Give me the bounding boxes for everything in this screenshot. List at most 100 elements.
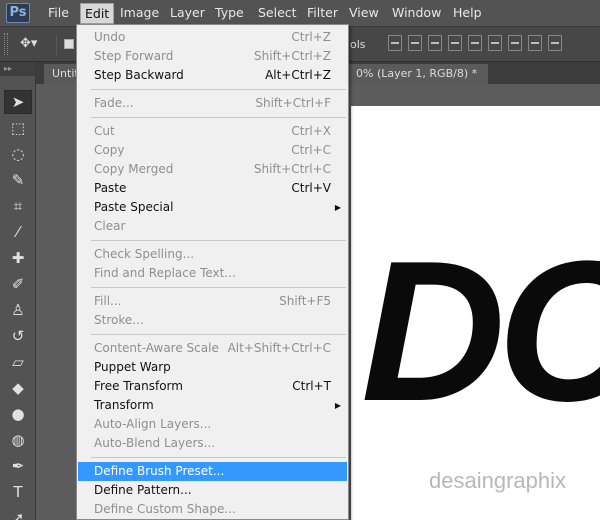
align-left-edges-icon[interactable] xyxy=(448,35,462,51)
menu-item-define-brush-preset[interactable]: Define Brush Preset... xyxy=(78,462,347,481)
menu-edit[interactable]: Edit xyxy=(80,3,115,24)
options-bar-grip[interactable] xyxy=(4,33,8,55)
menu-item-label: Find and Replace Text... xyxy=(94,266,236,280)
dodge-tool-icon[interactable]: ◍ xyxy=(4,428,32,452)
pen-tool-icon[interactable]: ✒ xyxy=(4,454,32,478)
menu-item-copy-merged[interactable]: Copy Merged Shift+Ctrl+C xyxy=(78,160,347,179)
menu-item-content-aware-scale[interactable]: Content-Aware Scale Alt+Shift+Ctrl+C xyxy=(78,339,347,358)
brush-tool-icon[interactable]: ✐ xyxy=(4,272,32,296)
history-brush-tool-icon[interactable]: ↺ xyxy=(4,324,32,348)
menu-item-label: Puppet Warp xyxy=(94,360,171,374)
menu-item-shortcut: Ctrl+V xyxy=(291,181,331,195)
menu-item-check-spelling[interactable]: Check Spelling... xyxy=(78,245,347,264)
menu-item-label: Step Backward xyxy=(94,68,184,82)
distribute-top-edges-icon[interactable] xyxy=(508,35,522,51)
tools-panel-header[interactable]: ▸▸ xyxy=(0,62,35,76)
menu-image[interactable]: Image xyxy=(116,4,163,22)
menu-item-label: Define Pattern... xyxy=(94,483,192,497)
menu-item-label: Step Forward xyxy=(94,49,174,63)
menu-item-label: Fade... xyxy=(94,96,134,110)
type-tool-icon[interactable]: T xyxy=(4,480,32,504)
move-tool-icon[interactable]: ➤ xyxy=(4,90,32,114)
tab-close-icon[interactable]: × xyxy=(487,67,488,80)
menu-bar: Ps File Edit Image Layer Type Select Filter Vie… xyxy=(0,0,600,26)
menu-separator xyxy=(91,89,346,90)
menu-item-fill[interactable]: Fill... Shift+F5 xyxy=(78,292,347,311)
menu-item-transform[interactable]: Transform ▶ xyxy=(78,396,347,415)
menu-window[interactable]: Window xyxy=(388,4,445,22)
menu-item-stroke[interactable]: Stroke... xyxy=(78,311,347,330)
paint-bucket-tool-icon[interactable]: ◆ xyxy=(4,376,32,400)
photoshop-logo: Ps xyxy=(6,3,30,23)
edit-menu-dropdown: Undo Ctrl+Z Step Forward Shift+Ctrl+Z Step B… xyxy=(76,24,349,520)
menu-item-label: Auto-Align Layers... xyxy=(94,417,212,431)
menu-layer[interactable]: Layer xyxy=(166,4,209,22)
menu-item-label: Clear xyxy=(94,219,126,233)
menu-item-shortcut: Shift+Ctrl+Z xyxy=(254,49,331,63)
healing-brush-tool-icon[interactable]: ✚ xyxy=(4,246,32,270)
document-tab-active[interactable]: 0% (Layer 1, RGB/8) * × xyxy=(348,64,488,84)
menu-item-undo[interactable]: Undo Ctrl+Z xyxy=(78,28,347,47)
menu-item-label: Content-Aware Scale xyxy=(94,341,219,355)
menu-filter[interactable]: Filter xyxy=(303,4,342,22)
menu-item-step-forward[interactable]: Step Forward Shift+Ctrl+Z xyxy=(78,47,347,66)
menu-item-find-and-replace-text[interactable]: Find and Replace Text... xyxy=(78,264,347,283)
menu-item-label: Paste Special xyxy=(94,200,174,214)
menu-select[interactable]: Select xyxy=(254,4,301,22)
menu-type[interactable]: Type xyxy=(211,4,248,22)
menu-item-define-pattern[interactable]: Define Pattern... xyxy=(78,481,347,500)
distribute-bottom-edges-icon[interactable] xyxy=(548,35,562,51)
menu-item-auto-align-layers[interactable]: Auto-Align Layers... xyxy=(78,415,347,434)
align-horizontal-centers-icon[interactable] xyxy=(468,35,482,51)
menu-item-label: Define Custom Shape... xyxy=(94,502,236,516)
eyedropper-tool-icon[interactable]: ⁄ xyxy=(4,220,32,244)
document-canvas[interactable]: DC desaingraphix xyxy=(351,106,600,520)
move-tool-preset-icon[interactable]: ✥▾ xyxy=(20,36,37,51)
align-bottom-edges-icon[interactable] xyxy=(428,35,442,51)
auto-select-checkbox[interactable] xyxy=(64,39,74,49)
menu-item-paste-special[interactable]: Paste Special ▶ xyxy=(78,198,347,217)
crop-tool-icon[interactable]: ⌗ xyxy=(4,194,32,218)
menu-item-shortcut: Shift+Ctrl+F xyxy=(255,96,331,110)
watermark-text: desaingraphix xyxy=(429,468,566,493)
menu-item-copy[interactable]: Copy Ctrl+C xyxy=(78,141,347,160)
blur-tool-icon[interactable]: ● xyxy=(4,402,32,426)
menu-separator xyxy=(91,334,346,335)
menu-view[interactable]: View xyxy=(345,4,383,22)
path-selection-tool-icon[interactable]: ➚ xyxy=(4,506,32,520)
align-vertical-centers-icon[interactable] xyxy=(408,35,422,51)
menu-item-shortcut: Ctrl+X xyxy=(291,124,331,138)
menu-item-cut[interactable]: Cut Ctrl+X xyxy=(78,122,347,141)
menu-item-paste[interactable]: Paste Ctrl+V xyxy=(78,179,347,198)
menu-item-label: Auto-Blend Layers... xyxy=(94,436,216,450)
menu-item-label: Copy Merged xyxy=(94,162,174,176)
tools-panel: ▸▸ ➤ ⬚ ◌ ✎ ⌗ ⁄ ✚ ✐ ♙ ↺ ▱ ◆ ● ◍ ✒ T ➚ xyxy=(0,62,36,520)
menu-item-label: Copy xyxy=(94,143,125,157)
menu-item-fade[interactable]: Fade... Shift+Ctrl+F xyxy=(78,94,347,113)
menu-file[interactable]: File xyxy=(44,4,73,22)
document-tab-title: 0% (Layer 1, RGB/8) * xyxy=(356,67,478,80)
menu-item-puppet-warp[interactable]: Puppet Warp xyxy=(78,358,347,377)
distribute-vertical-centers-icon[interactable] xyxy=(528,35,542,51)
submenu-arrow-icon: ▶ xyxy=(334,401,341,410)
menu-item-shortcut: Ctrl+C xyxy=(291,143,331,157)
submenu-arrow-icon: ▶ xyxy=(334,203,341,212)
lasso-tool-icon[interactable]: ◌ xyxy=(4,142,32,166)
menu-item-define-custom-shape[interactable]: Define Custom Shape... xyxy=(78,500,347,519)
align-right-edges-icon[interactable] xyxy=(488,35,502,51)
menu-item-clear[interactable]: Clear xyxy=(78,217,347,236)
clone-stamp-tool-icon[interactable]: ♙ xyxy=(4,298,32,322)
menu-item-free-transform[interactable]: Free Transform Ctrl+T xyxy=(78,377,347,396)
menu-item-label: Fill... xyxy=(94,294,122,308)
align-top-edges-icon[interactable] xyxy=(388,35,402,51)
marquee-tool-icon[interactable]: ⬚ xyxy=(4,116,32,140)
eraser-tool-icon[interactable]: ▱ xyxy=(4,350,32,374)
document-tab[interactable]: Untit xyxy=(44,64,80,84)
menu-separator xyxy=(91,457,346,458)
quick-selection-tool-icon[interactable]: ✎ xyxy=(4,168,32,192)
menu-item-auto-blend-layers[interactable]: Auto-Blend Layers... xyxy=(78,434,347,453)
menu-item-step-backward[interactable]: Step Backward Alt+Ctrl+Z xyxy=(78,66,347,85)
options-separator xyxy=(56,35,57,55)
menu-help[interactable]: Help xyxy=(449,4,486,22)
menu-item-label: Free Transform xyxy=(94,379,183,393)
